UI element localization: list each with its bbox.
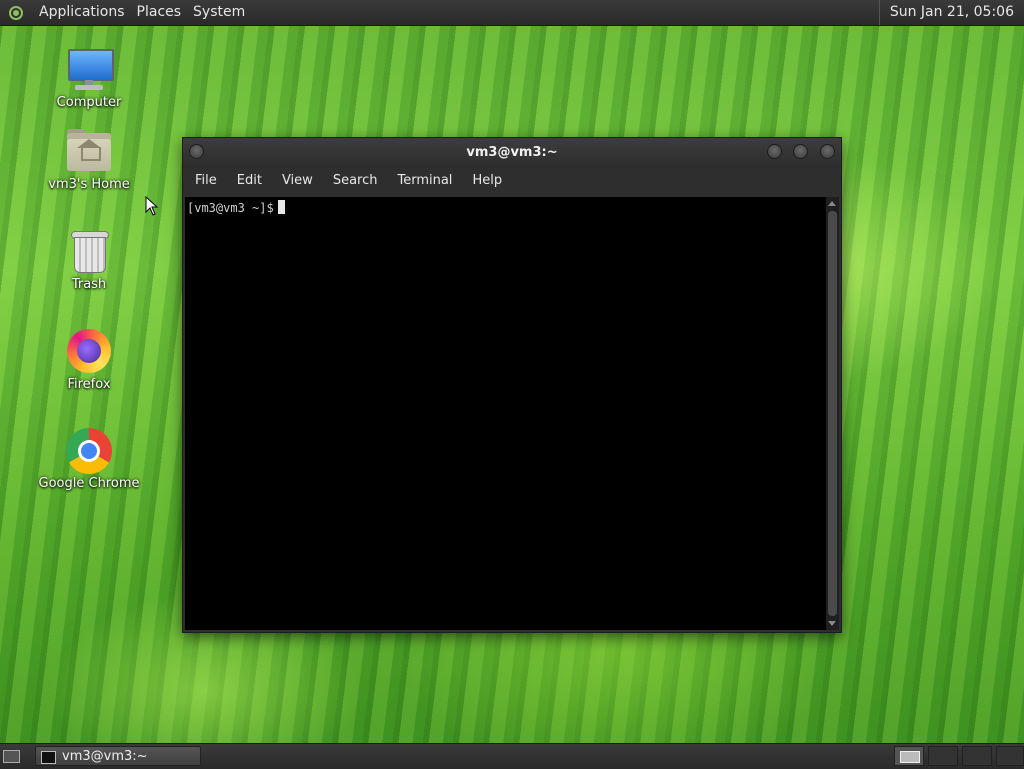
menu-terminal[interactable]: Terminal bbox=[387, 167, 462, 195]
clock[interactable]: Sun Jan 21, 05:06 bbox=[878, 0, 1024, 25]
maximize-button[interactable] bbox=[793, 144, 808, 159]
desktop-icon-label: Google Chrome bbox=[38, 476, 140, 491]
menu-file[interactable]: File bbox=[185, 167, 227, 195]
terminal-scrollbar[interactable] bbox=[826, 197, 839, 630]
desktop-icon-firefox[interactable]: Firefox bbox=[34, 329, 144, 392]
applications-menu[interactable]: Applications bbox=[33, 0, 131, 25]
terminal-menubar: File Edit View Search Terminal Help bbox=[183, 167, 841, 195]
workspace-3[interactable] bbox=[962, 746, 992, 766]
computer-icon bbox=[65, 47, 114, 93]
desktop-icon-label: vm3's Home bbox=[48, 177, 130, 192]
desktop-icon-label: Firefox bbox=[67, 377, 111, 392]
window-titlebar[interactable]: vm3@vm3:~ bbox=[183, 138, 841, 167]
bottom-panel: vm3@vm3:~ bbox=[0, 743, 1024, 769]
home-folder-icon bbox=[65, 129, 113, 175]
chrome-icon bbox=[65, 428, 113, 474]
terminal-output[interactable]: [vm3@vm3 ~]$ bbox=[185, 197, 826, 630]
taskbar-terminal-button[interactable]: vm3@vm3:~ bbox=[35, 746, 201, 766]
desktop-icon-trash[interactable]: Trash bbox=[34, 229, 144, 292]
show-desktop-icon[interactable] bbox=[2, 748, 20, 764]
places-menu[interactable]: Places bbox=[131, 0, 188, 25]
workspace-1[interactable] bbox=[894, 746, 924, 766]
scroll-down-arrow-icon[interactable] bbox=[828, 621, 836, 626]
top-panel: Applications Places System Sun Jan 21, 0… bbox=[0, 0, 1024, 26]
terminal-window[interactable]: vm3@vm3:~ File Edit View Search Terminal… bbox=[182, 137, 842, 633]
window-title: vm3@vm3:~ bbox=[466, 145, 558, 160]
prompt-line: [vm3@vm3 ~]$ bbox=[187, 200, 285, 216]
workspace-4[interactable] bbox=[996, 746, 1024, 766]
minimize-button[interactable] bbox=[767, 144, 782, 159]
taskbar-label: vm3@vm3:~ bbox=[62, 749, 148, 764]
desktop-icon-computer[interactable]: Computer bbox=[34, 47, 144, 110]
firefox-icon bbox=[65, 329, 113, 375]
menu-edit[interactable]: Edit bbox=[227, 167, 272, 195]
shell-prompt: [vm3@vm3 ~]$ bbox=[187, 201, 274, 215]
menu-search[interactable]: Search bbox=[323, 167, 388, 195]
desktop-icon-label: Trash bbox=[71, 277, 107, 292]
terminal-icon bbox=[41, 751, 56, 764]
text-cursor bbox=[277, 200, 285, 214]
scroll-up-arrow-icon[interactable] bbox=[828, 201, 836, 206]
window-menu-button[interactable] bbox=[189, 144, 204, 159]
desktop-icon-label: Computer bbox=[56, 95, 122, 110]
close-button[interactable] bbox=[820, 144, 835, 159]
distro-logo-icon[interactable] bbox=[7, 4, 25, 22]
desktop-icon-home[interactable]: vm3's Home bbox=[34, 129, 144, 192]
system-menu[interactable]: System bbox=[187, 0, 251, 25]
trash-icon bbox=[65, 229, 113, 275]
workspace-2[interactable] bbox=[928, 746, 958, 766]
desktop-icon-chrome[interactable]: Google Chrome bbox=[34, 428, 144, 491]
scrollbar-thumb[interactable] bbox=[828, 211, 837, 616]
menu-help[interactable]: Help bbox=[462, 167, 512, 195]
menu-view[interactable]: View bbox=[272, 167, 323, 195]
